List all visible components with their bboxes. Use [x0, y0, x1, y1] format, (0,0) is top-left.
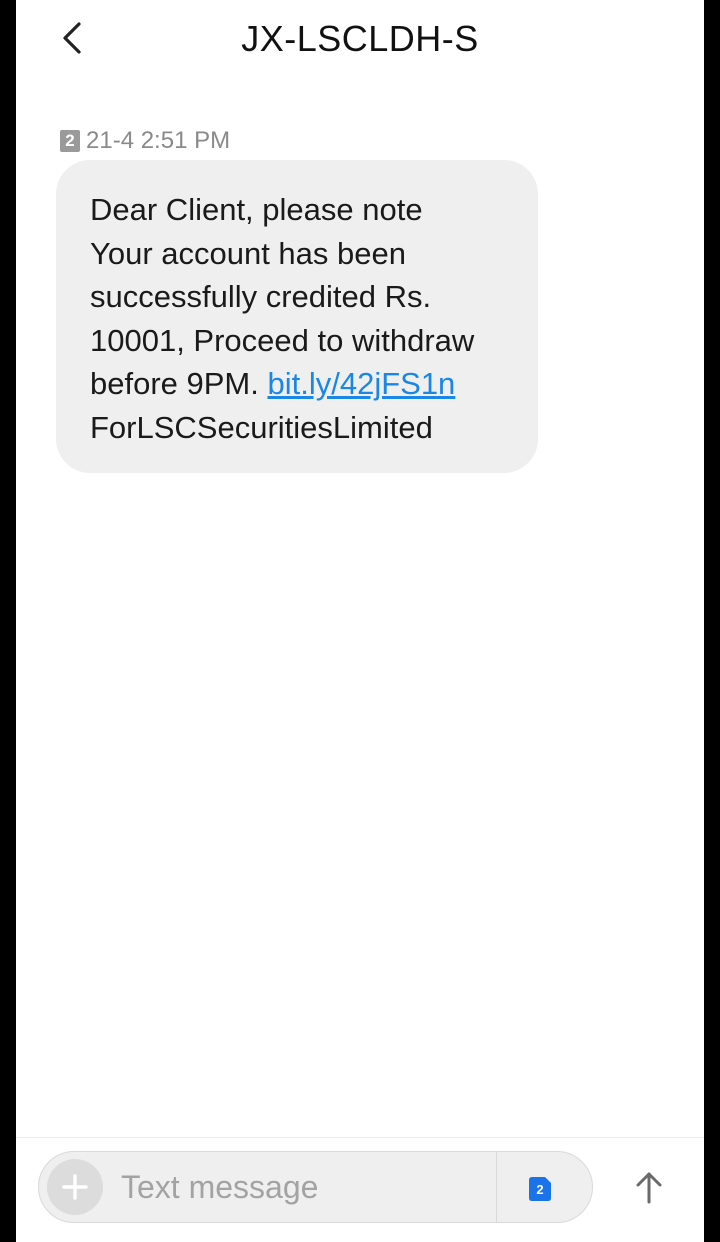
sim-badge: 2 — [60, 130, 80, 152]
message-thread-screen: JX-LSCLDH-S 2 21-4 2:51 PM Dear Client, … — [16, 0, 704, 1242]
sim-select-label: 2 — [536, 1181, 544, 1197]
message-composer: 2 — [38, 1151, 593, 1223]
send-button[interactable] — [628, 1166, 670, 1208]
message-timestamp-row: 2 21-4 2:51 PM — [60, 126, 230, 156]
attach-button[interactable] — [47, 1159, 103, 1215]
message-line-prefix: before 9PM. — [90, 366, 268, 401]
thread-header: JX-LSCLDH-S — [16, 0, 704, 82]
composer-divider — [16, 1137, 704, 1138]
message-line: 10001, Proceed to withdraw — [90, 322, 475, 358]
conversation-title: JX-LSCLDH-S — [241, 18, 479, 59]
text-message-input[interactable] — [121, 1162, 491, 1212]
sim-select-button[interactable]: 2 — [529, 1177, 551, 1201]
message-signature: ForLSCSecuritiesLimited — [90, 409, 433, 445]
message-timestamp: 21-4 2:51 PM — [86, 127, 231, 154]
message-line: Dear Client, please note — [90, 192, 423, 227]
incoming-message-bubble[interactable]: Dear Client, please note Your account ha… — [56, 160, 538, 473]
message-line: Your account has been — [90, 235, 406, 271]
composer-separator — [496, 1152, 497, 1222]
plus-icon — [62, 1174, 88, 1200]
message-line: before 9PM. bit.ly/42jFS1n — [90, 362, 518, 406]
arrow-up-icon — [636, 1172, 662, 1204]
message-link[interactable]: bit.ly/42jFS1n — [267, 366, 455, 401]
message-line: successfully credited Rs. — [90, 279, 432, 314]
